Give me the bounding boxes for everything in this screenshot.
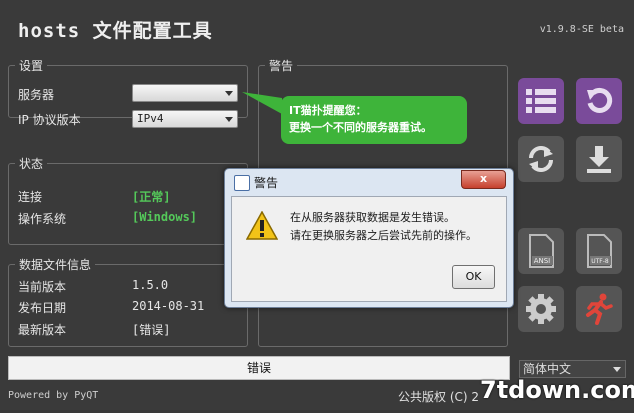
status-legend: 状态 [19,157,44,171]
tip-line-1: IT猫扑提醒您： [289,104,367,117]
ip-version-value: IPv4 [137,112,164,125]
server-label: 服务器 [18,88,55,102]
current-version-value: 1.5.0 [132,278,169,292]
warning-legend: 警告 [269,59,294,73]
warning-icon [246,211,278,240]
ansi-file-icon: ANSI [529,234,554,268]
dialog-titlebar[interactable]: 警告 x [225,169,513,195]
language-value: 简体中文 [523,362,572,376]
ip-version-select[interactable]: IPv4 [132,110,238,128]
powered-by-text: Powered by PyQT [8,390,99,401]
utf8-file-icon: UTF-8 [587,234,612,268]
current-version-label: 当前版本 [18,280,67,294]
dialog-body: 在从服务器获取数据是发生错误。 请在更换服务器之后尝试先前的操作。 OK [231,196,507,302]
undo-icon [587,87,613,113]
refresh-button[interactable] [518,136,564,182]
ansi-label: ANSI [534,257,551,265]
dialog-message: 在从服务器获取数据是发生错误。 请在更换服务器之后尝试先前的操作。 [290,209,477,245]
status-group: 状态 [8,155,248,245]
dialog-close-button[interactable]: x [461,170,506,189]
running-man-icon [586,293,613,325]
app-title: hosts 文件配置工具 [18,20,213,42]
status-bar: 错误 [8,356,510,380]
latest-version-value: [错误] [132,323,171,337]
chevron-down-icon [613,367,621,372]
connection-label: 连接 [18,190,43,204]
list-icon [526,89,556,113]
server-select[interactable] [132,84,238,102]
settings-legend: 设置 [19,59,44,73]
connection-status: [正常] [132,190,171,204]
tip-callout: IT猫扑提醒您： 更换一个不同的服务器重试。 [281,96,467,144]
tip-pointer [242,92,282,114]
os-value: [Windows] [132,210,198,224]
ansi-button[interactable]: ANSI [518,228,564,274]
warning-dialog: 警告 x 在从服务器获取数据是发生错误。 请在更换服务器之后尝试先前的操作。 O… [224,168,514,308]
dialog-title: 警告 [254,176,279,190]
release-date-value: 2014-08-31 [132,299,205,313]
tip-line-2: 更换一个不同的服务器重试。 [289,121,432,134]
dialog-message-line-2: 请在更换服务器之后尝试先前的操作。 [290,229,477,242]
watermark: 7tdown.com [480,376,634,404]
app-window-icon [234,175,250,191]
copyright-text: 公共版权 (C) 2 [398,390,480,404]
download-button[interactable] [576,136,622,182]
app-version: v1.9.8-SE beta [539,24,624,35]
download-icon [587,146,611,173]
gear-icon [526,294,556,324]
datafile-legend: 数据文件信息 [19,258,92,272]
list-button[interactable] [518,78,564,124]
refresh-icon [529,146,553,172]
settings-button[interactable] [518,286,564,332]
ok-button[interactable]: OK [452,265,495,289]
undo-button[interactable] [576,78,622,124]
utf8-label: UTF-8 [591,258,609,265]
utf8-button[interactable]: UTF-8 [576,228,622,274]
exit-button[interactable] [576,286,622,332]
ip-version-label: IP 协议版本 [18,113,81,127]
latest-version-label: 最新版本 [18,323,67,337]
dialog-message-line-1: 在从服务器获取数据是发生错误。 [290,211,455,224]
os-label: 操作系统 [18,212,67,226]
release-date-label: 发布日期 [18,301,67,315]
